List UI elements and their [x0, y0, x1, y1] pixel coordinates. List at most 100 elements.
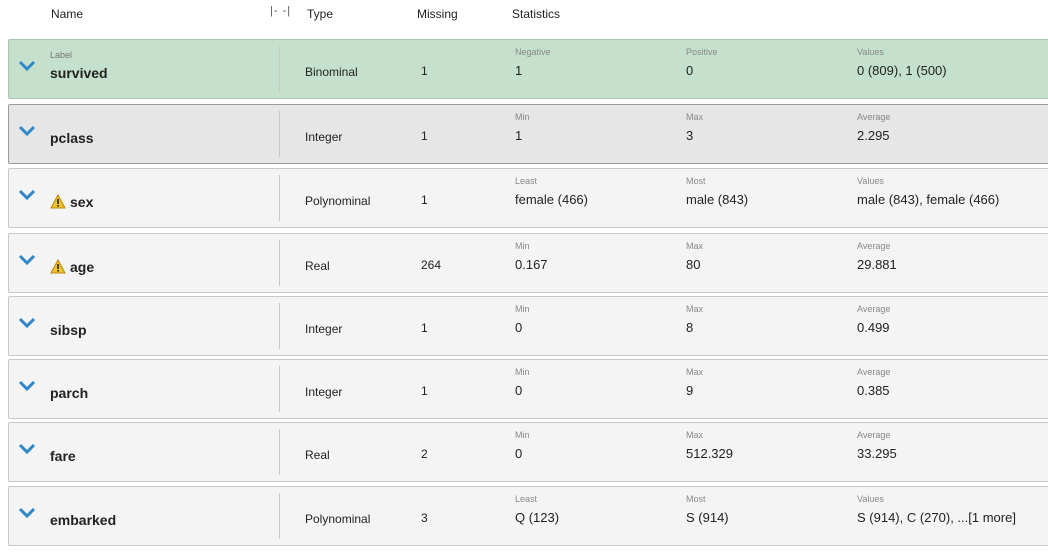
stat-value: 1 — [515, 128, 523, 143]
stat-label: Max — [686, 304, 704, 314]
stat-2: Max 8 — [686, 304, 703, 335]
stat-label: Average — [857, 367, 891, 377]
stat-value: 0.499 — [857, 320, 890, 335]
attribute-type: Integer — [305, 130, 343, 144]
header-name[interactable]: Name — [51, 7, 83, 21]
column-divider — [279, 429, 280, 475]
stat-value: 33.295 — [857, 446, 897, 461]
stat-value: S (914), C (270), ...[1 more] — [857, 510, 1016, 525]
stat-label: Values — [857, 47, 884, 57]
stat-label: Values — [857, 494, 884, 504]
stat-value: 0 — [686, 63, 694, 78]
stat-value: female (466) — [515, 192, 588, 207]
stat-2: Max 512.329 — [686, 430, 733, 461]
stat-label: Min — [515, 367, 530, 377]
stat-value: 0 — [515, 320, 523, 335]
stat-1: Min 1 — [515, 112, 530, 143]
warning-icon[interactable] — [50, 259, 66, 274]
attribute-name-text: fare — [50, 448, 76, 464]
attribute-missing: 3 — [421, 511, 428, 525]
attribute-missing: 1 — [421, 321, 428, 335]
column-divider — [279, 240, 280, 286]
attribute-type: Binominal — [305, 65, 358, 79]
stat-value: 8 — [686, 320, 694, 335]
chevron-down-icon[interactable] — [18, 506, 36, 520]
attribute-row-embarked[interactable]: embarked Polynominal 3 Least Q (123) Most… — [8, 486, 1048, 546]
stat-1: Negative 1 — [515, 47, 551, 78]
stat-3: Values 0 (809), 1 (500) — [857, 47, 947, 78]
attribute-row-pclass[interactable]: pclass Integer 1 Min 1 Max 3 Average 2.295 — [8, 104, 1048, 164]
stat-label: Average — [857, 304, 891, 314]
header-missing[interactable]: Missing — [417, 7, 458, 21]
stat-3: Values male (843), female (466) — [857, 176, 999, 207]
stat-value: 29.881 — [857, 257, 897, 272]
attribute-name-text: embarked — [50, 512, 117, 528]
stat-value: 0 (809), 1 (500) — [857, 63, 947, 78]
attribute-name-text: pclass — [50, 130, 94, 146]
attribute-name-text: sex — [70, 194, 94, 210]
column-resize-handle[interactable]: |- -| — [270, 5, 291, 17]
stat-3: Average 0.499 — [857, 304, 890, 335]
stat-2: Most male (843) — [686, 176, 748, 207]
stat-1: Min 0 — [515, 430, 530, 461]
attribute-row-parch[interactable]: parch Integer 1 Min 0 Max 9 Average 0.385 — [8, 359, 1048, 419]
stat-label: Least — [515, 494, 538, 504]
stat-label: Least — [515, 176, 538, 186]
column-divider — [279, 493, 280, 539]
stat-3: Values S (914), C (270), ...[1 more] — [857, 494, 1016, 525]
chevron-down-icon[interactable] — [18, 316, 36, 330]
attribute-row-survived[interactable]: Label survived Binominal 1 Negative 1 Pos… — [8, 39, 1048, 99]
stat-value: 9 — [686, 383, 694, 398]
header-statistics[interactable]: Statistics — [512, 7, 560, 21]
attribute-type: Real — [305, 259, 330, 273]
stat-2: Positive 0 — [686, 47, 718, 78]
attribute-row-sex[interactable]: sex Polynominal 1 Least female (466) Most… — [8, 168, 1048, 228]
attribute-row-fare[interactable]: fare Real 2 Min 0 Max 512.329 Average 33.29… — [8, 422, 1048, 482]
stat-3: Average 29.881 — [857, 241, 897, 272]
stat-label: Negative — [515, 47, 551, 57]
column-header: Name |- -| Type Missing Statistics — [0, 0, 1048, 36]
stat-1: Least Q (123) — [515, 494, 559, 525]
stat-label: Average — [857, 112, 891, 122]
stat-value: 3 — [686, 128, 694, 143]
stat-label: Min — [515, 430, 530, 440]
stat-1: Least female (466) — [515, 176, 588, 207]
attribute-name-text: age — [70, 259, 95, 275]
attribute-row-sibsp[interactable]: sibsp Integer 1 Min 0 Max 8 Average 0.499 — [8, 296, 1048, 356]
warning-icon[interactable] — [50, 194, 66, 209]
stat-value: male (843) — [686, 192, 749, 207]
chevron-down-icon[interactable] — [18, 442, 36, 456]
attribute-role: Label — [50, 50, 73, 60]
chevron-down-icon[interactable] — [18, 59, 36, 73]
chevron-down-icon[interactable] — [18, 253, 36, 267]
stat-value: male (843), female (466) — [857, 192, 1000, 207]
chevron-down-icon[interactable] — [18, 124, 36, 138]
attribute-missing: 1 — [421, 384, 428, 398]
stat-label: Max — [686, 430, 704, 440]
attribute-missing: 264 — [421, 258, 442, 272]
attribute-name-text: parch — [50, 385, 89, 401]
chevron-down-icon[interactable] — [18, 188, 36, 202]
stat-label: Positive — [686, 47, 718, 57]
attribute-row-age[interactable]: age Real 264 Min 0.167 Max 80 Average 29.88… — [8, 233, 1048, 293]
attribute-name: pclass — [50, 130, 94, 146]
stat-value: Q (123) — [515, 510, 560, 525]
stat-value: 0 — [515, 383, 523, 398]
stat-label: Values — [857, 176, 884, 186]
header-type[interactable]: Type — [307, 7, 333, 21]
chevron-down-icon[interactable] — [18, 379, 36, 393]
stat-2: Most S (914) — [686, 494, 729, 525]
attribute-name: embarked — [50, 512, 116, 528]
stat-label: Max — [686, 241, 704, 251]
column-divider — [279, 111, 280, 157]
stat-label: Most — [686, 494, 706, 504]
attribute-name: sibsp — [50, 322, 87, 338]
stat-label: Average — [857, 241, 891, 251]
attribute-name-text: sibsp — [50, 322, 87, 338]
stat-label: Max — [686, 112, 704, 122]
stat-value: 0.167 — [515, 257, 548, 272]
attribute-type: Real — [305, 448, 330, 462]
column-divider — [279, 46, 280, 92]
stat-label: Min — [515, 112, 530, 122]
attribute-type: Polynominal — [305, 194, 371, 208]
